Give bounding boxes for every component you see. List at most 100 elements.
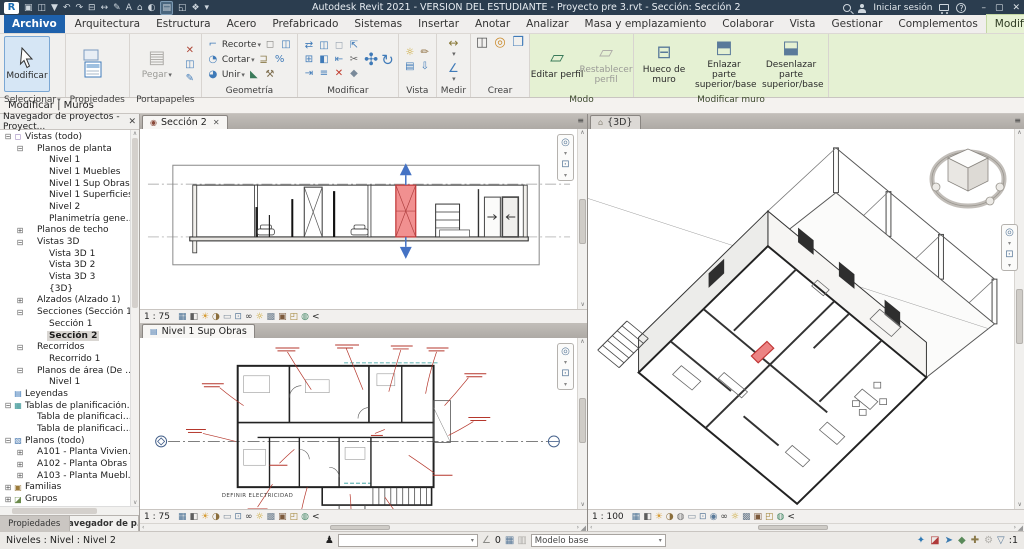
user-icon[interactable] <box>858 4 866 12</box>
revit-logo-icon[interactable]: R <box>4 2 19 14</box>
close-view-icon[interactable]: ✕ <box>213 118 220 127</box>
extend-icon[interactable]: ⇥ <box>302 67 316 80</box>
section-icon[interactable]: ◐ <box>148 2 156 14</box>
active-option-icon[interactable]: ▥ <box>517 534 526 548</box>
attach-top-base-button[interactable]: ⬒ Enlazar parte superior/base <box>693 36 755 92</box>
tree-item[interactable]: ⊞ A103 - Planta Muebles <box>0 470 139 482</box>
print-icon[interactable]: ⊟ <box>88 2 96 14</box>
restore-button[interactable]: ▢ <box>995 3 1004 13</box>
tree-item[interactable]: Tabla de planificación de puertas <box>0 423 139 435</box>
cortar-button[interactable]: Cortar <box>222 55 255 65</box>
browser-tab[interactable]: Propiedades <box>0 516 70 531</box>
measure-icon[interactable]: ↔ <box>101 2 109 14</box>
section-scale[interactable]: 1 : 75 <box>144 312 170 322</box>
lightbulb-icon[interactable]: ☼ <box>403 46 417 59</box>
paint-icon[interactable]: ◆ <box>347 67 361 80</box>
worksets-icon[interactable]: ♟ <box>325 534 334 548</box>
threed-scale[interactable]: 1 : 100 <box>592 512 624 522</box>
ribbon-tab[interactable]: Masa y emplazamiento <box>577 15 715 33</box>
offset-icon[interactable]: ◫ <box>317 39 331 52</box>
create-group-icon[interactable]: ◎ <box>493 36 507 49</box>
linework-icon[interactable]: ✏ <box>418 46 432 59</box>
collapse-vcb-icon[interactable]: < <box>787 511 795 523</box>
recorte-button[interactable]: Recorte <box>222 40 261 50</box>
ribbon-tab[interactable]: Gestionar <box>823 15 890 33</box>
mirror-icon[interactable]: ◻ <box>332 39 346 52</box>
measure-button[interactable]: ↔ <box>448 36 458 58</box>
wall-opening-button[interactable]: ⊟ Hueco de muro <box>638 36 690 92</box>
ribbon-tab[interactable]: Vista <box>782 15 824 33</box>
steering-wheel-icon[interactable]: ◎ <box>1005 227 1014 238</box>
steering-wheel-icon[interactable]: ◎ <box>561 346 570 357</box>
paste-aligned-icon[interactable]: ◻ <box>263 38 277 51</box>
redo-icon[interactable]: ↷ <box>76 2 84 14</box>
worksets-select[interactable]: ▾ <box>338 534 478 547</box>
view-tab-seccion-2[interactable]: ◉ Sección 2 ✕ <box>142 115 228 129</box>
browser-vertical-scrollbar[interactable]: ∧∨ <box>130 130 139 506</box>
select-underlay-icon[interactable]: ◪ <box>930 534 939 548</box>
save-icon[interactable]: ▼ <box>51 2 58 14</box>
reveal-hidden-icon[interactable]: ☼ <box>731 511 739 523</box>
edit-profile-button[interactable]: ▱ Editar perfil <box>534 36 580 92</box>
collapse-vcb-icon[interactable]: < <box>312 511 320 523</box>
tree-item[interactable]: ⊟ ◻ Vistas (todo) <box>0 131 139 143</box>
reset-profile-button[interactable]: ▱ Restablecer perfil <box>583 36 629 92</box>
tree-item[interactable]: {3D} <box>0 283 139 295</box>
tree-expander[interactable]: ⊟ <box>15 343 25 352</box>
panel-label-propiedades[interactable]: Propiedades <box>66 94 129 106</box>
plan-scale[interactable]: 1 : 75 <box>144 512 170 522</box>
tree-expander[interactable]: ⊞ <box>3 495 13 504</box>
ribbon-tab[interactable]: Arquitectura <box>67 15 148 33</box>
collapse-vcb-icon[interactable]: < <box>312 311 320 323</box>
tree-item[interactable]: Recorrido 1 <box>0 353 139 365</box>
ribbon-tab[interactable]: Estructura <box>148 15 219 33</box>
worksharing-display-icon[interactable]: ◍ <box>301 511 309 523</box>
worksharing-display-icon[interactable]: ◍ <box>777 511 785 523</box>
temporary-view-properties-icon[interactable]: ▩ <box>742 511 751 523</box>
open-icon[interactable]: ◫ <box>38 2 47 14</box>
displacement-icon[interactable]: ◰ <box>765 511 774 523</box>
text-icon[interactable]: A <box>126 2 132 14</box>
panel-label-seleccionar[interactable]: Seleccionar <box>0 94 65 106</box>
hide-analytical-icon[interactable]: ▣ <box>278 511 287 523</box>
reveal-hidden-icon[interactable]: ☼ <box>255 511 263 523</box>
align-icon[interactable]: ⇄ <box>302 39 316 52</box>
tree-expander[interactable]: ⊞ <box>3 483 13 492</box>
tree-expander[interactable]: ⊟ <box>15 238 25 247</box>
panel-label-geometria[interactable]: Geometría <box>202 85 297 97</box>
panel-label-medir[interactable]: Medir <box>437 85 470 97</box>
plan-horizontal-scrollbar[interactable]: ‹›◢ <box>140 523 587 531</box>
tree-item[interactable]: ⊞ A102 - Planta Obras <box>0 458 139 470</box>
undo-icon[interactable]: ↶ <box>63 2 71 14</box>
tree-item[interactable]: Nivel 1 <box>0 154 139 166</box>
detail-level-icon[interactable]: ▦ <box>178 511 187 523</box>
tree-item[interactable]: Vista 3D 3 <box>0 271 139 283</box>
ribbon-tab[interactable]: Anotar <box>467 15 518 33</box>
close-browser-icon[interactable]: ✕ <box>128 117 136 127</box>
tree-item[interactable]: ⊟ Recorridos <box>0 341 139 353</box>
tree-item[interactable]: Nivel 1 <box>0 376 139 388</box>
unir-button[interactable]: Unir <box>222 70 245 80</box>
threed-navigation-bar[interactable]: ◎▾ ⊡▾ <box>1001 224 1018 271</box>
tree-expander[interactable]: ⊞ <box>15 460 25 469</box>
displacement-icon[interactable]: ◰ <box>290 311 299 323</box>
cope-icon[interactable]: ⌐ <box>206 38 220 51</box>
view-tab-3d[interactable]: ⌂ {3D} <box>590 115 641 129</box>
join-geometry-icon[interactable]: ◕ <box>206 68 220 81</box>
tile-windows-icon[interactable]: ❖ <box>191 2 199 14</box>
panel-label-vista[interactable]: Vista <box>399 85 436 97</box>
tree-item[interactable]: Tabla de planificación de habitaciones <box>0 412 139 424</box>
tree-item[interactable]: ⊟ Vistas 3D <box>0 236 139 248</box>
tree-expander[interactable]: ⊟ <box>15 144 25 153</box>
filter-icon[interactable]: ▽ <box>997 534 1005 548</box>
search-icon[interactable] <box>843 4 851 12</box>
temporary-hide-isolate-icon[interactable]: ∞ <box>245 311 253 323</box>
cut-geometry-icon[interactable]: ◔ <box>206 53 220 66</box>
paint-icon[interactable]: ◣ <box>247 68 261 81</box>
angle-button[interactable]: ∠ <box>448 61 459 83</box>
plan-viewport[interactable]: DEFINIR ELECTRICIDAD ◎▾ ⊡▾ ∧∨ <box>140 338 587 509</box>
array-icon[interactable]: ⊞ <box>302 53 316 66</box>
displacement-icon[interactable]: ◰ <box>290 511 299 523</box>
hide-analytical-icon[interactable]: ▣ <box>754 511 763 523</box>
visual-style-icon[interactable]: ◧ <box>189 511 198 523</box>
